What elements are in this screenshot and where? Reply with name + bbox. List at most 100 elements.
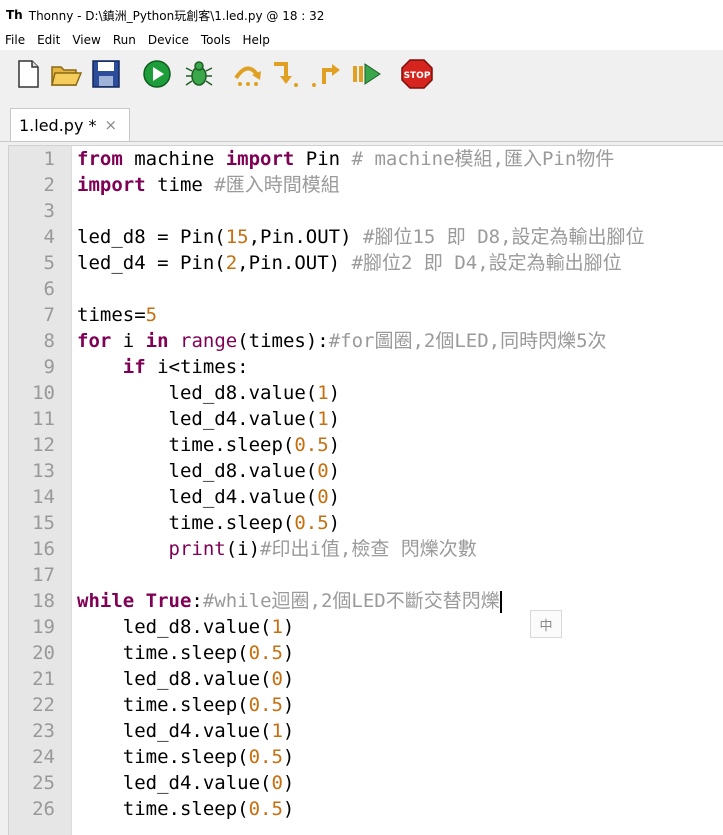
code-token: range <box>180 330 238 352</box>
code-token: led_d8.value( <box>77 382 318 404</box>
open-file-button[interactable] <box>50 58 83 90</box>
line-number: 14 <box>32 486 55 508</box>
code-token: ) <box>282 694 295 716</box>
code-line[interactable]: 13 led_d8.value(0) <box>9 458 723 484</box>
code-line[interactable]: 15 time.sleep(0.5) <box>9 510 723 536</box>
code-line[interactable]: 14 led_d4.value(0) <box>9 484 723 510</box>
code-line[interactable]: 1 from machine import Pin # machine模組,匯入P… <box>9 146 723 172</box>
line-number: 2 <box>43 174 55 196</box>
title-bar: Th Thonny - D:\鎮洲_Python玩創客\1.led.py @ 1… <box>0 0 723 30</box>
code-token: Pin <box>294 148 352 170</box>
code-line[interactable]: 26 time.sleep(0.5) <box>9 796 723 822</box>
code-line[interactable]: 17 <box>9 562 723 588</box>
code-token: time.sleep( <box>77 746 249 768</box>
step-out-button[interactable] <box>310 58 342 90</box>
resume-button[interactable] <box>350 58 382 90</box>
line-number: 5 <box>43 252 55 274</box>
line-number: 12 <box>32 434 55 456</box>
step-into-button[interactable] <box>270 58 302 90</box>
code-token: 0.5 <box>248 798 283 820</box>
code-token: ) <box>328 512 341 534</box>
menu-file[interactable]: File <box>0 33 31 47</box>
ime-indicator: 中 <box>530 610 562 638</box>
code-token: ) <box>282 616 295 638</box>
code-text: import time #匯入時間模組 <box>77 172 340 198</box>
code-token: True <box>145 590 192 612</box>
code-editor[interactable]: 1 from machine import Pin # machine模組,匯入P… <box>8 145 723 835</box>
code-line[interactable]: 5 led_d4 = Pin(2,Pin.OUT) #腳位2 即 D4,設定為輸出… <box>9 250 723 276</box>
code-token: ) <box>282 720 295 742</box>
bug-icon <box>185 61 213 86</box>
code-text: led_d8 = Pin(15,Pin.OUT) #腳位15 即 D8,設定為輸… <box>77 224 645 250</box>
code-line[interactable]: 7 times=5 <box>9 302 723 328</box>
menu-view[interactable]: View <box>66 33 106 47</box>
code-token: time.sleep( <box>77 642 249 664</box>
code-line[interactable]: 11 led_d4.value(1) <box>9 406 723 432</box>
code-line[interactable]: 8 for i in range(times):#for圖圈,2個LED,同時閃爍… <box>9 328 723 354</box>
code-token: # machine模組,匯入Pin物件 <box>351 148 615 170</box>
save-file-button[interactable] <box>90 58 122 90</box>
close-icon[interactable]: × <box>105 116 118 134</box>
code-token: 0 <box>271 668 283 690</box>
code-token: #while迴圈,2個LED不斷交替閃爍 <box>202 590 500 612</box>
code-line[interactable]: 21 led_d8.value(0) <box>9 666 723 692</box>
tab-1-led-py[interactable]: 1.led.py * × <box>10 108 130 141</box>
code-token: 0.5 <box>294 434 329 456</box>
line-number: 17 <box>32 564 55 586</box>
code-token: in <box>145 330 169 352</box>
code-token: ,Pin.OUT) <box>248 226 363 248</box>
thonny-logo-icon: Th <box>6 8 23 22</box>
menu-tools[interactable]: Tools <box>195 33 237 47</box>
code-line[interactable]: 19 led_d8.value(1) <box>9 614 723 640</box>
code-token: led_d8.value( <box>77 460 318 482</box>
code-line[interactable]: 18 while True:#while迴圈,2個LED不斷交替閃爍 <box>9 588 723 614</box>
line-number: 18 <box>32 590 55 612</box>
code-token: if <box>122 356 146 378</box>
code-token: #印出i值,檢查 閃爍次數 <box>260 538 477 560</box>
code-line[interactable]: 24 time.sleep(0.5) <box>9 744 723 770</box>
line-number: 23 <box>32 720 55 742</box>
code-line[interactable]: 25 led_d4.value(0) <box>9 770 723 796</box>
code-line[interactable]: 2 import time #匯入時間模組 <box>9 172 723 198</box>
code-line[interactable]: 16 print(i)#印出i值,檢查 閃爍次數 <box>9 536 723 562</box>
code-token: led_d4.value( <box>77 486 318 508</box>
code-token: 0 <box>317 460 329 482</box>
code-text: led_d4.value(0) <box>77 770 295 796</box>
code-token: ,Pin.OUT) <box>237 252 352 274</box>
menu-help[interactable]: Help <box>236 33 275 47</box>
code-line[interactable]: 12 time.sleep(0.5) <box>9 432 723 458</box>
code-text: time.sleep(0.5) <box>77 510 341 536</box>
step-out-icon <box>312 64 340 87</box>
debug-button[interactable] <box>183 58 215 90</box>
code-line[interactable]: 6 <box>9 276 723 302</box>
code-text: led_d8.value(1) <box>77 614 295 640</box>
code-token: led_d4.value( <box>77 720 272 742</box>
code-token: 0.5 <box>248 694 283 716</box>
run-button[interactable] <box>141 58 173 90</box>
code-text: led_d8.value(0) <box>77 458 341 484</box>
code-line[interactable]: 3 <box>9 198 723 224</box>
line-number: 9 <box>43 356 55 378</box>
code-line[interactable]: 22 time.sleep(0.5) <box>9 692 723 718</box>
code-token: #for圖圈,2個LED,同時閃爍5次 <box>328 330 607 352</box>
new-file-icon <box>18 60 39 88</box>
line-number: 10 <box>32 382 55 404</box>
code-line[interactable]: 9 if i<times: <box>9 354 723 380</box>
step-over-button[interactable] <box>232 58 264 90</box>
code-text: led_d4.value(1) <box>77 406 341 432</box>
menu-edit[interactable]: Edit <box>31 33 66 47</box>
line-number: 22 <box>32 694 55 716</box>
menu-run[interactable]: Run <box>107 33 142 47</box>
stop-button[interactable]: STOP <box>400 58 433 90</box>
code-line[interactable]: 10 led_d8.value(1) <box>9 380 723 406</box>
stop-label: STOP <box>404 71 431 81</box>
code-line[interactable]: 20 time.sleep(0.5) <box>9 640 723 666</box>
code-line[interactable]: 4 led_d8 = Pin(15,Pin.OUT) #腳位15 即 D8,設定為… <box>9 224 723 250</box>
menu-device[interactable]: Device <box>142 33 195 47</box>
line-number: 26 <box>32 798 55 820</box>
new-file-button[interactable] <box>12 58 44 90</box>
code-line[interactable]: 23 led_d4.value(1) <box>9 718 723 744</box>
code-text: from machine import Pin # machine模組,匯入Pi… <box>77 146 614 172</box>
code-token: time.sleep( <box>77 694 249 716</box>
code-token: i <box>111 330 146 352</box>
